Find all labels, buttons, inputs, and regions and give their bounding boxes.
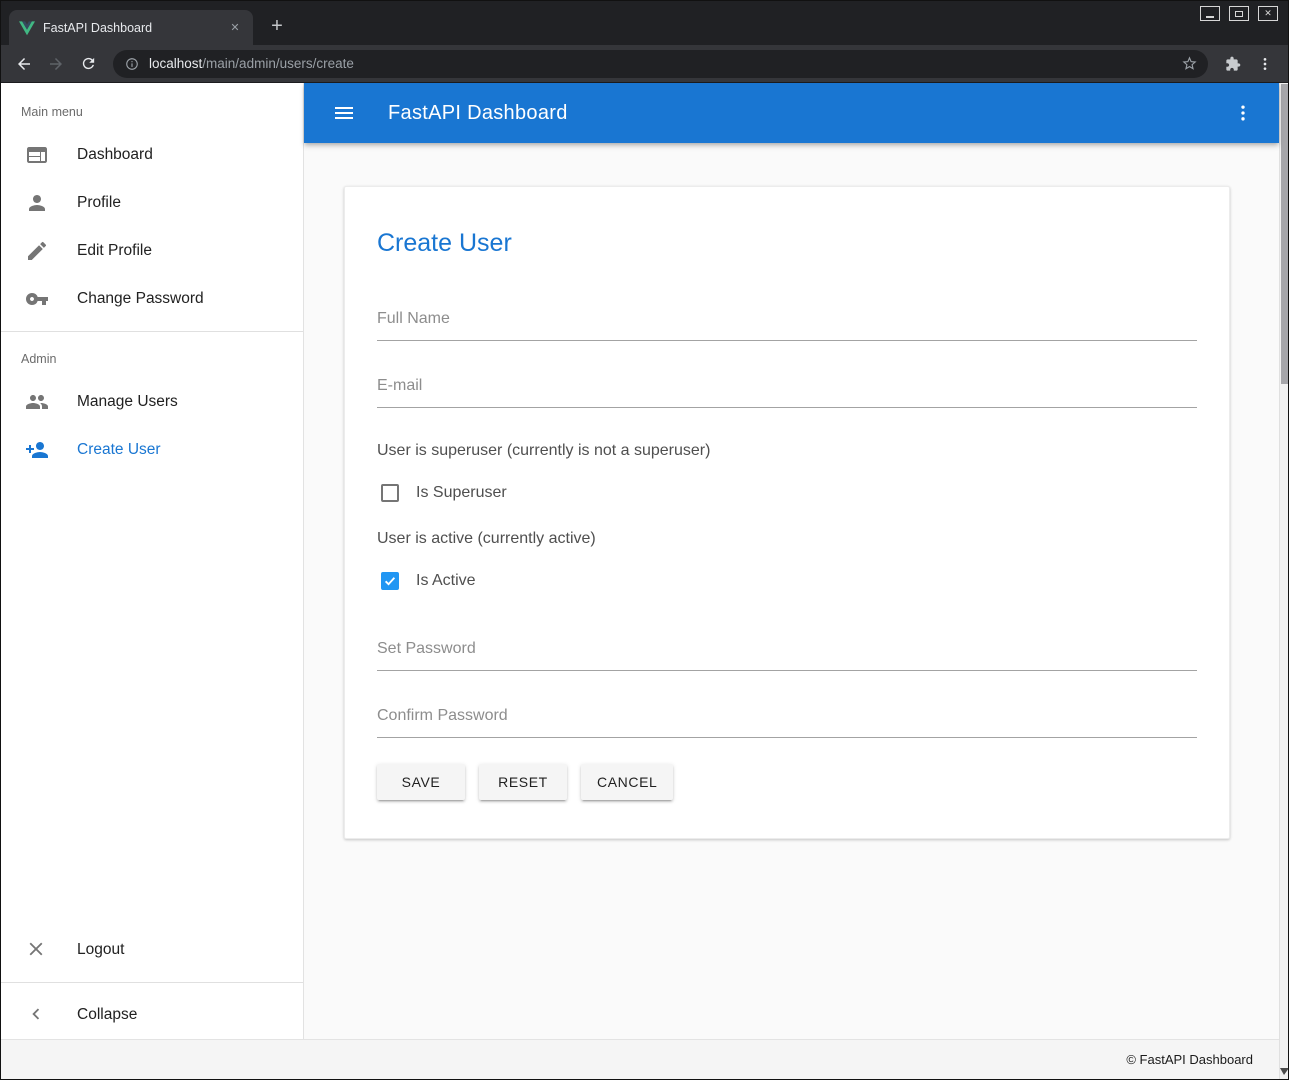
url-text: localhost/main/admin/users/create [149,56,1171,71]
sidebar-item-edit-profile[interactable]: Edit Profile [1,227,303,275]
person-icon [25,191,49,215]
scrollbar[interactable] [1279,83,1288,1079]
scrollbar-down-arrow-icon[interactable] [1280,1068,1289,1075]
copyright-text: © FastAPI Dashboard [1126,1052,1253,1067]
sidebar-item-label: Dashboard [77,146,153,164]
sidebar-item-label: Logout [77,941,124,959]
page-title: Create User [377,229,1197,258]
vue-logo-icon [19,20,35,36]
browser-window: FastAPI Dashboard ✕ + ✕ localhost/main/a… [0,0,1289,1080]
key-icon [25,287,49,311]
sidebar-item-label: Collapse [77,1006,137,1024]
sidebar-divider [1,331,303,332]
maximize-button[interactable] [1229,6,1249,21]
set-password-input[interactable] [377,638,1197,671]
sidebar: Main menu Dashboard Profile [1,83,304,1039]
bookmark-star-icon[interactable] [1181,55,1198,72]
confirm-password-field [377,705,1197,738]
checkbox-box[interactable] [381,572,399,590]
pencil-icon [25,239,49,263]
hamburger-menu-icon[interactable] [326,95,362,131]
sidebar-section-main-menu: Main menu [1,93,303,131]
full-name-input[interactable] [377,308,1197,341]
save-button[interactable]: SAVE [377,764,465,800]
email-input[interactable] [377,375,1197,408]
page-footer: © FastAPI Dashboard [1,1039,1279,1079]
minimize-button[interactable] [1200,6,1220,21]
superuser-hint: User is superuser (currently is not a su… [377,442,1197,460]
sidebar-item-label: Create User [77,441,161,459]
checkbox-label[interactable]: Is Active [416,572,476,590]
extension-icon[interactable] [1218,49,1248,79]
content-area: Create User User is superuser (currently… [304,143,1279,1039]
is-superuser-checkbox[interactable]: Is Superuser [381,484,1197,502]
checkbox-label[interactable]: Is Superuser [416,484,507,502]
full-name-field [377,308,1197,341]
tab-close-icon[interactable]: ✕ [227,20,243,36]
reload-button[interactable] [73,49,103,79]
window-controls: ✕ [1200,6,1278,21]
sidebar-item-label: Edit Profile [77,242,152,260]
people-icon [25,390,49,414]
email-field [377,375,1197,408]
forward-button[interactable] [41,49,71,79]
sidebar-item-collapse[interactable]: Collapse [1,991,303,1039]
reset-button[interactable]: RESET [479,764,567,800]
browser-menu-icon[interactable] [1250,49,1280,79]
person-add-icon [25,438,49,462]
address-bar[interactable]: localhost/main/admin/users/create [113,50,1208,78]
page: Main menu Dashboard Profile [1,83,1288,1079]
sidebar-item-profile[interactable]: Profile [1,179,303,227]
dashboard-icon [25,143,49,167]
sidebar-item-label: Change Password [77,290,204,308]
create-user-card: Create User User is superuser (currently… [344,186,1230,839]
close-window-button[interactable]: ✕ [1258,6,1278,21]
sidebar-divider [1,982,303,983]
tab-strip: FastAPI Dashboard ✕ + ✕ [1,1,1288,45]
is-active-checkbox[interactable]: Is Active [381,572,1197,590]
cancel-button[interactable]: CANCEL [581,764,673,800]
sidebar-item-label: Profile [77,194,121,212]
active-hint: User is active (currently active) [377,530,1197,548]
site-info-icon[interactable] [125,57,139,71]
appbar-title: FastAPI Dashboard [388,102,568,125]
scrollbar-thumb[interactable] [1281,84,1288,384]
checkbox-box[interactable] [381,484,399,502]
tab-title: FastAPI Dashboard [43,21,219,35]
app-bar: FastAPI Dashboard [304,83,1279,143]
new-tab-button[interactable]: + [263,13,291,41]
confirm-password-input[interactable] [377,705,1197,738]
browser-tab[interactable]: FastAPI Dashboard ✕ [9,10,253,45]
sidebar-item-label: Manage Users [77,393,178,411]
sidebar-section-admin: Admin [1,340,303,378]
close-icon [25,938,49,962]
browser-toolbar: localhost/main/admin/users/create [1,45,1288,83]
back-button[interactable] [9,49,39,79]
main-area: FastAPI Dashboard Create User [304,83,1279,1039]
form-buttons: SAVE RESET CANCEL [377,764,1197,800]
set-password-field [377,638,1197,671]
sidebar-item-manage-users[interactable]: Manage Users [1,378,303,426]
sidebar-item-dashboard[interactable]: Dashboard [1,131,303,179]
chevron-left-icon [25,1003,49,1027]
sidebar-item-change-password[interactable]: Change Password [1,275,303,323]
sidebar-item-create-user[interactable]: Create User [1,426,303,474]
sidebar-item-logout[interactable]: Logout [1,926,303,974]
appbar-kebab-icon[interactable] [1225,95,1261,131]
